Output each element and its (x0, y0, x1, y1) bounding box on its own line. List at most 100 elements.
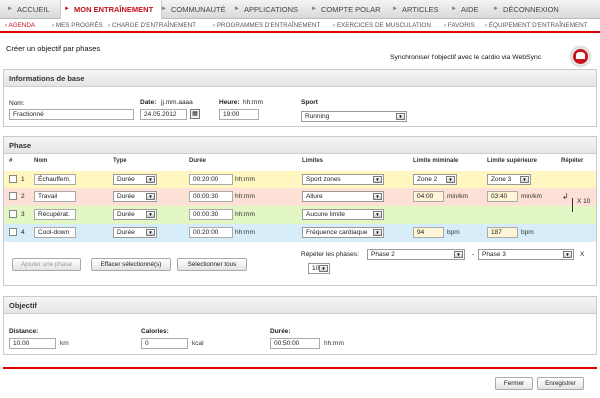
phase-section: Phase # Nom Type Durée Limites Limite mi… (3, 136, 597, 286)
objective-section: Objectif Distance: 10.00 km Calories: 0 … (3, 296, 597, 355)
chevron-down-icon: ▼ (146, 176, 155, 183)
objective-duration-label: Durée: (270, 328, 291, 335)
repeat-bracket-line (572, 198, 575, 212)
chevron-down-icon: ▼ (396, 113, 405, 120)
section-title: Phase (4, 137, 596, 154)
phase-checkbox[interactable] (9, 228, 17, 236)
subnav-exercices[interactable]: › EXERCICES DE MUSCULATION (333, 19, 431, 33)
phase-duration-input[interactable]: 00:20:00 (189, 227, 233, 238)
calories-input[interactable]: 0 (141, 338, 188, 349)
sport-select[interactable]: Running ▼ (301, 111, 407, 122)
subnav-favoris[interactable]: › FAVORIS (444, 19, 475, 33)
phase-duration-input[interactable]: 00:00:30 (189, 191, 233, 202)
subnav-programmes[interactable]: › PROGRAMMES D'ENTRAÎNEMENT (213, 19, 320, 33)
phase-type-select[interactable]: Durée ▼ (113, 209, 157, 220)
sub-nav: › AGENDA › MES PROGRÈS › CHARGE D'ENTRAÎ… (0, 19, 600, 33)
websync-heart-icon[interactable] (571, 47, 590, 66)
nav-accueil[interactable]: ► ACCUEIL (4, 0, 50, 19)
calories-label: Calories: (141, 328, 169, 335)
phase-limit-select[interactable]: Fréquence cardiaque ▼ (302, 227, 384, 238)
date-input[interactable]: 24.05.2012 (140, 109, 187, 120)
chevron-down-icon: ▼ (373, 193, 382, 200)
chevron-down-icon: ▼ (563, 251, 572, 258)
phase-checkbox[interactable] (9, 192, 17, 200)
nav-deconnexion[interactable]: ► DÉCONNEXION (490, 0, 559, 19)
nav-aide[interactable]: ► AIDE (448, 0, 479, 19)
phase-type-select[interactable]: Durée ▼ (113, 191, 157, 202)
arrow-icon: ► (493, 6, 499, 12)
arrow-icon: ► (392, 6, 398, 12)
repeat-from-select[interactable]: Phase 2 ▼ (367, 249, 465, 260)
chevron-down-icon: ▼ (454, 251, 463, 258)
date-label: Date: (140, 99, 157, 106)
nav-mon-entrainement[interactable]: ► MON ENTRAÎNEMENT (60, 0, 163, 19)
delete-selected-button[interactable]: Effacer sélectionné(s) (91, 258, 171, 271)
phase-limit-select[interactable]: Sport zones ▼ (302, 174, 384, 185)
subnav-mes-progres[interactable]: › MES PROGRÈS (52, 19, 103, 33)
repeat-count-select[interactable]: 10 ▼ (308, 263, 330, 274)
phase-min-select[interactable]: Zone 2 ▼ (413, 174, 457, 185)
name-input[interactable]: Fractionné (9, 109, 134, 120)
phase-row: 3 Récupérat. Durée ▼ 00:00:30 hh:mm Aucune lim… (4, 206, 596, 224)
main-nav: ► ACCUEIL ► MON ENTRAÎNEMENT ► COMMUNAUTÉ ►… (0, 0, 600, 19)
divider (3, 367, 597, 369)
subnav-equipement[interactable]: › ÉQUIPEMENT D'ENTRAÎNEMENT (485, 19, 588, 33)
phase-name-input[interactable]: Échauffem. (34, 174, 76, 185)
nav-articles[interactable]: ► ARTICLES (389, 0, 439, 19)
phase-type-select[interactable]: Durée ▼ (113, 174, 157, 185)
chevron-down-icon: ▼ (373, 211, 382, 218)
nav-applications[interactable]: ► APPLICATIONS (231, 0, 298, 19)
nav-compte-polar[interactable]: ► COMPTE POLAR (308, 0, 381, 19)
phase-min-input[interactable]: 94 (413, 227, 444, 238)
distance-input[interactable]: 10.00 (9, 338, 56, 349)
phase-max-input[interactable]: 187 (487, 227, 518, 238)
arrow-icon: ► (234, 6, 240, 12)
chevron-down-icon: ▼ (319, 265, 328, 272)
phase-limit-select[interactable]: Allure ▼ (302, 191, 384, 202)
phase-name-input[interactable]: Cool-down (34, 227, 76, 238)
distance-label: Distance: (9, 328, 39, 335)
phase-limit-select[interactable]: Aucune limite ▼ (302, 209, 384, 220)
chevron-down-icon: ▼ (446, 176, 455, 183)
select-all-button[interactable]: Sélectionner tous (177, 258, 247, 271)
calendar-icon[interactable]: ▦ (190, 109, 200, 119)
repeat-mark: X 10 (577, 198, 591, 205)
time-label: Heure: (219, 99, 240, 106)
phase-min-input[interactable]: 04:00 (413, 191, 444, 202)
nav-communaute[interactable]: ► COMMUNAUTÉ (158, 0, 226, 19)
time-input[interactable]: 19:00 (219, 109, 259, 120)
phase-row: 4 Cool-down Durée ▼ 00:20:00 hh:mm Fréquence c… (4, 224, 596, 242)
subnav-charge[interactable]: › CHARGE D'ENTRAÎNEMENT (108, 19, 196, 33)
chevron-down-icon: ▼ (373, 176, 382, 183)
objective-duration-input[interactable]: 00:50:00 (270, 338, 320, 349)
save-button[interactable]: Enregistrer (537, 377, 584, 390)
repeat-phases-label: Répéter les phases: (301, 251, 359, 258)
phase-duration-input[interactable]: 00:20:00 (189, 174, 233, 185)
page-title: Créer un objectif par phases (6, 44, 101, 53)
phase-duration-input[interactable]: 00:00:30 (189, 209, 233, 220)
phase-type-select[interactable]: Durée ▼ (113, 227, 157, 238)
phase-name-input[interactable]: Travail (34, 191, 76, 202)
time-format: hh:mm (243, 99, 263, 106)
phase-checkbox[interactable] (9, 175, 17, 183)
phase-checkbox[interactable] (9, 210, 17, 218)
add-phase-button[interactable]: Ajouter une phase (12, 258, 81, 271)
subnav-agenda[interactable]: › AGENDA (5, 19, 35, 33)
arrow-icon: ► (64, 6, 70, 12)
repeat-bracket-icon: ↲ (562, 192, 569, 201)
arrow-icon: ► (161, 6, 167, 12)
arrow-icon: ► (451, 6, 457, 12)
arrow-icon: ► (7, 6, 13, 12)
phase-max-input[interactable]: 03:40 (487, 191, 518, 202)
close-button[interactable]: Fermer (495, 377, 533, 390)
phase-max-select[interactable]: Zone 3 ▼ (487, 174, 531, 185)
date-format: jj.mm.aaaa (161, 99, 193, 106)
chevron-down-icon: ▼ (146, 193, 155, 200)
repeat-to-select[interactable]: Phase 3 ▼ (478, 249, 574, 260)
phase-name-input[interactable]: Récupérat. (34, 209, 76, 220)
chevron-down-icon: ▼ (146, 229, 155, 236)
basic-info-section: Informations de base Nom: Fractionné Dat… (3, 69, 597, 127)
section-title: Informations de base (4, 70, 596, 87)
chevron-down-icon: ▼ (146, 211, 155, 218)
chevron-down-icon: ▼ (373, 229, 382, 236)
